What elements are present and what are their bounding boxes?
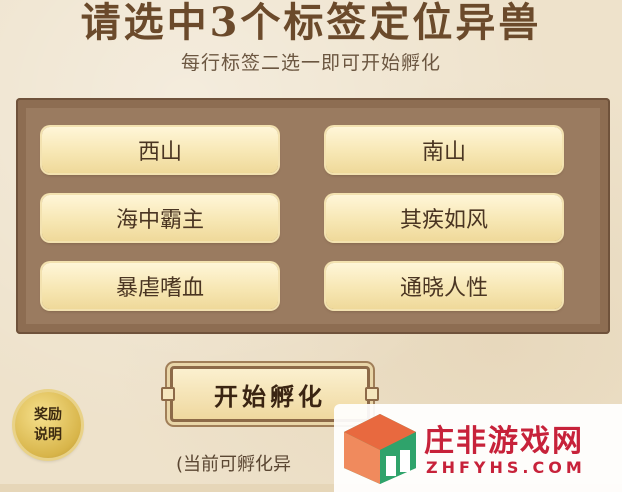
page-title: 请选中3个标签定位异兽 <box>80 0 542 46</box>
left-ornament-icon <box>161 387 175 401</box>
tag-button-haizhongbazhu[interactable]: 海中霸主 <box>42 195 278 241</box>
watermark-name: 庄非游戏网 <box>424 424 584 459</box>
hatch-note-text: (当前可孵化异 <box>176 454 292 475</box>
watermark-domain: ZHFYHS.COM <box>426 458 586 477</box>
tag-button-tongxiaorenxing[interactable]: 通晓人性 <box>326 263 562 309</box>
tag-button-nanshan[interactable]: 南山 <box>326 127 562 173</box>
reward-info-button[interactable]: 奖励 说明 <box>15 392 81 458</box>
reward-line2: 说明 <box>34 427 62 443</box>
watermark: 庄非游戏网 ZHFYHS.COM <box>334 404 622 492</box>
tag-button-qijirufeng[interactable]: 其疾如风 <box>326 195 562 241</box>
right-ornament-icon <box>365 387 379 401</box>
watermark-logo-icon <box>344 414 416 484</box>
reward-line1: 奖励 <box>34 407 62 423</box>
tag-button-baonueshixue[interactable]: 暴虐嗜血 <box>42 263 278 309</box>
tag-button-xishan[interactable]: 西山 <box>42 127 278 173</box>
page-subtitle: 每行标签二选一即可开始孵化 <box>180 52 441 74</box>
start-hatch-label: 开始孵化 <box>214 381 326 411</box>
